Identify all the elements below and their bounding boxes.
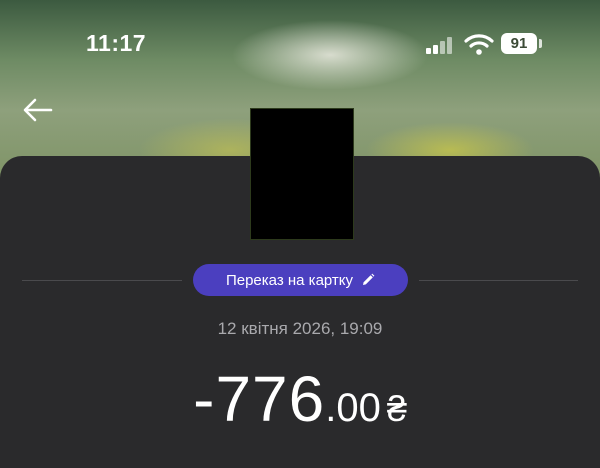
arrow-left-icon — [23, 98, 53, 122]
transaction-datetime: 12 квітня 2026, 19:09 — [217, 319, 383, 338]
merchant-avatar — [250, 108, 354, 240]
divider-left — [22, 280, 182, 281]
divider-right — [419, 280, 578, 281]
amount-integer: -776 — [193, 363, 326, 435]
transaction-amount: -776.00 ₴ — [0, 362, 600, 436]
currency-symbol: ₴ — [386, 388, 407, 429]
battery-icon: 91 — [501, 33, 537, 54]
category-label: Переказ на картку — [225, 271, 354, 289]
pencil-icon — [363, 273, 375, 285]
battery-tip — [539, 39, 542, 48]
status-time: 11:17 — [86, 30, 147, 56]
amount-fraction: .00 — [325, 386, 381, 430]
wifi-icon — [464, 34, 494, 55]
category-chip[interactable]: Переказ на картку — [193, 264, 408, 296]
status-bar: 11:17 91 — [0, 0, 600, 90]
back-button[interactable] — [20, 94, 56, 126]
cellular-signal-icon — [426, 36, 456, 54]
